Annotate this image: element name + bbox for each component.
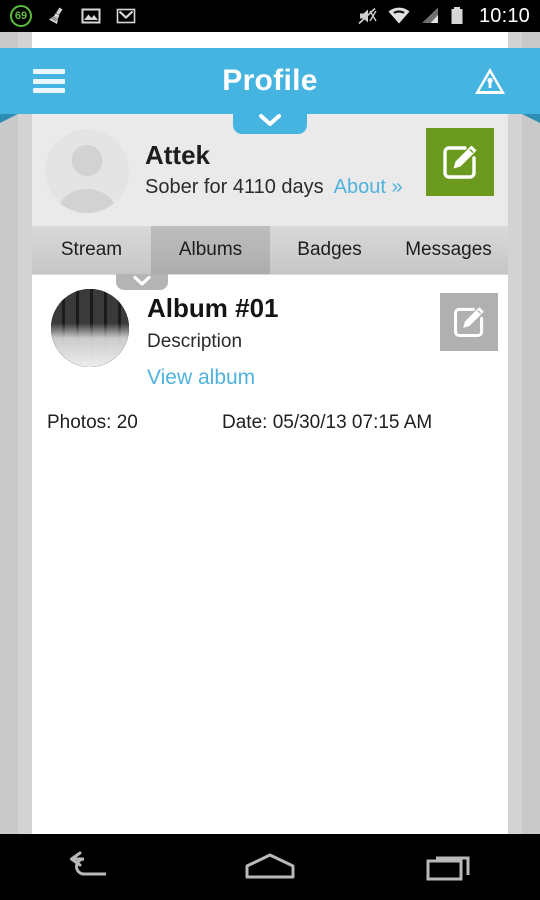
right-gutter-inner (508, 32, 522, 834)
back-icon (70, 851, 106, 876)
app-frame: Profile Attek Sober for 4110 days About … (0, 32, 540, 834)
about-link[interactable]: About » (334, 176, 403, 198)
album-thumbnail[interactable] (51, 289, 129, 367)
profile-status-line: Sober for 4110 days About » (145, 176, 403, 199)
recent-apps-icon (426, 856, 470, 881)
right-gutter (522, 32, 540, 834)
cellular-signal-icon (421, 7, 438, 23)
profile-name: Attek (145, 140, 211, 171)
edit-album-button[interactable] (440, 293, 498, 351)
tab-albums-label: Albums (178, 239, 243, 260)
warning-triangle-icon[interactable] (473, 64, 507, 98)
appbar-expand-toggle[interactable] (233, 114, 307, 134)
gallery-image-icon (81, 8, 101, 24)
android-navigation-bar (0, 834, 540, 900)
battery-icon (451, 7, 463, 24)
album-list-item[interactable]: Album #01 Description View album Photos:… (32, 275, 508, 433)
gmail-icon (116, 8, 136, 24)
view-album-link[interactable]: View album (147, 366, 255, 390)
status-bar-clock: 10:10 (478, 4, 530, 27)
edit-pencil-icon (453, 307, 484, 338)
cleaner-badge-icon: 69 (10, 5, 32, 27)
default-avatar-icon[interactable] (45, 129, 129, 213)
tab-badges[interactable]: Badges (270, 226, 389, 274)
sober-counter: Sober for 4110 days (145, 175, 324, 198)
device-screen: 69 10:10 Profile Attek Sober for 4110 da… (0, 0, 540, 900)
page-title: Profile (222, 64, 318, 97)
albums-list: Album #01 Description View album Photos:… (32, 274, 508, 834)
tab-stream[interactable]: Stream (32, 226, 151, 274)
mute-icon (358, 7, 377, 25)
wifi-icon (388, 7, 410, 24)
chevron-down-icon (259, 114, 281, 126)
appbar-shadow-right (522, 114, 540, 123)
album-photo-count: Photos: 20 (47, 412, 138, 433)
edit-profile-button[interactable] (426, 128, 494, 196)
app-bar: Profile (0, 48, 540, 114)
back-button[interactable] (0, 850, 180, 884)
hamburger-menu-icon[interactable] (33, 69, 65, 93)
left-gutter (0, 32, 18, 834)
recents-button[interactable] (360, 850, 540, 884)
tab-badges-label: Badges (297, 239, 362, 260)
tab-messages-label: Messages (405, 239, 492, 260)
home-icon (245, 853, 295, 879)
profile-tabs: Stream Albums Badges Messages (32, 226, 508, 274)
album-meta: Photos: 20 Date: 05/30/13 07:15 AM (32, 412, 508, 434)
tab-stream-label: Stream (60, 239, 123, 260)
appbar-shadow-left (0, 114, 18, 123)
status-bar: 69 10:10 (0, 0, 540, 32)
chevron-down-icon (133, 275, 151, 286)
profile-text-block: Attek Sober for 4110 days About » (145, 141, 403, 199)
status-bar-right-icons: 10:10 (356, 5, 540, 28)
cleaner-badge-label: 69 (14, 9, 28, 22)
broom-icon (49, 7, 63, 24)
status-bar-left-icons: 69 (0, 5, 137, 27)
tab-albums[interactable]: Albums (151, 226, 270, 274)
home-button[interactable] (180, 850, 360, 884)
edit-pencil-icon (443, 145, 477, 179)
tab-expand-toggle[interactable] (116, 274, 168, 290)
left-gutter-inner (18, 32, 32, 834)
album-date: Date: 05/30/13 07:15 AM (222, 412, 433, 433)
tab-messages[interactable]: Messages (389, 226, 508, 274)
